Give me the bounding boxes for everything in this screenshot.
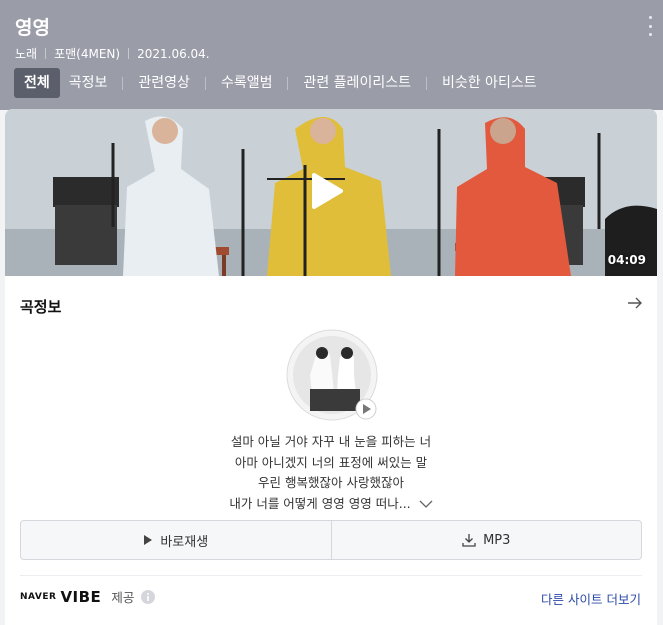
meta-date: 2021.06.04.	[137, 46, 210, 61]
album-art[interactable]	[286, 329, 378, 421]
tab-divider	[122, 76, 124, 90]
mp3-download-button[interactable]: MP3	[330, 521, 642, 559]
tab-divider	[287, 76, 289, 90]
lyrics-line: 설마 아닐 거야 자꾸 내 눈을 피하는 너	[230, 434, 432, 449]
tab-albums[interactable]: 수록앨범	[212, 68, 282, 98]
more-sites-link[interactable]: 다른 사이트 더보기	[541, 589, 641, 608]
tab-divider	[425, 76, 427, 90]
provider-credit: NAVER VIBE 제공	[20, 587, 156, 606]
mp3-label: MP3	[483, 532, 511, 548]
lyrics-line: 우린 행복했잖아 사랑했잖아	[258, 475, 404, 490]
footer-divider	[20, 575, 642, 576]
meta-divider	[45, 48, 47, 59]
more-options-icon[interactable]	[647, 16, 653, 36]
action-buttons: 바로재생 MP3	[20, 520, 642, 560]
chevron-down-icon[interactable]	[419, 499, 433, 509]
lyrics-line: 아마 아니겠지 너의 표정에 써있는 말	[234, 454, 428, 470]
tab-divider	[204, 76, 206, 90]
meta-divider	[128, 48, 130, 59]
tab-all[interactable]: 전체	[14, 68, 60, 98]
info-icon[interactable]	[141, 589, 156, 604]
lyrics-last-row: 내가 너를 어떻게 영영 영영 떠나...	[5, 494, 657, 515]
meta-type: 노래	[15, 47, 38, 61]
tab-related-videos[interactable]: 관련영상	[129, 68, 199, 98]
lyrics-line: 내가 너를 어떻게 영영 영영 떠나...	[229, 495, 411, 511]
tab-song-info[interactable]: 곡정보	[60, 68, 117, 98]
result-card: 04:09 곡정보 설마 아닐 거야 자꾸 내 눈을 피하는 너 아마 아니겠지…	[5, 109, 657, 625]
play-now-button[interactable]: 바로재생	[21, 521, 331, 559]
lyrics-preview: 설마 아닐 거야 자꾸 내 눈을 피하는 너 아마 아니겠지 너의 표정에 써있…	[5, 432, 657, 514]
vibe-logo[interactable]: VIBE	[60, 588, 101, 606]
song-meta: 노래 포맨(4MEN) 2021.06.04.	[15, 45, 210, 62]
download-icon	[462, 534, 476, 547]
section-heading[interactable]: 곡정보	[20, 296, 61, 317]
play-now-label: 바로재생	[160, 534, 209, 550]
meta-artist[interactable]: 포맨(4MEN)	[54, 45, 120, 62]
video-duration: 04:09	[607, 253, 646, 267]
play-icon	[144, 535, 153, 545]
song-title[interactable]: 영영	[15, 13, 50, 40]
video-thumbnail[interactable]: 04:09	[5, 109, 657, 276]
arrow-right-icon[interactable]	[627, 295, 643, 311]
result-header: 영영 노래 포맨(4MEN) 2021.06.04. 전체 곡정보 관련영상 수…	[0, 0, 663, 110]
tab-related-playlists[interactable]: 관련 플레이리스트	[294, 68, 420, 98]
play-icon[interactable]	[310, 172, 344, 210]
tab-similar-artists[interactable]: 비슷한 아티스트	[433, 68, 546, 98]
naver-logo: NAVER	[20, 591, 57, 602]
tab-bar: 전체 곡정보 관련영상 수록앨범 관련 플레이리스트 비슷한 아티스트	[14, 68, 546, 98]
provide-label: 제공	[111, 590, 135, 605]
